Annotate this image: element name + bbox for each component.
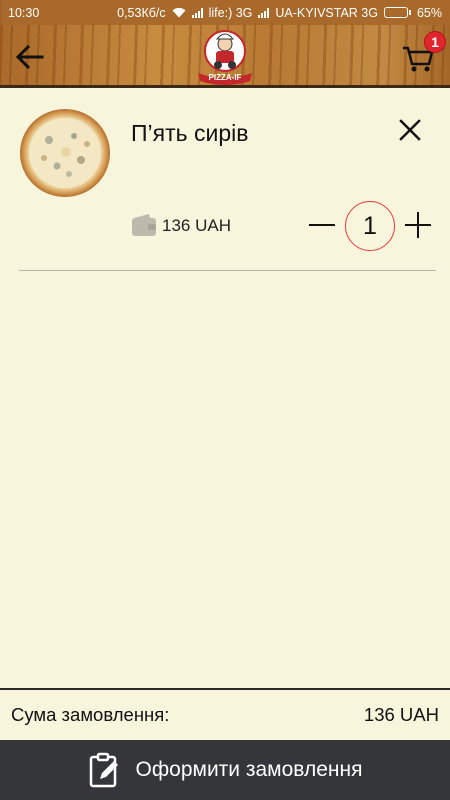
battery-icon [383,7,411,18]
summary-label: Сума замовлення: [11,704,170,725]
minus-icon [309,224,335,226]
app-bar: PIZZA-IF 1 [0,25,450,88]
wallet-icon [132,214,156,236]
battery-percent: 65% [416,5,442,20]
checkout-label: Оформити замовлення [135,758,363,781]
pizza-if-logo: PIZZA-IF [198,30,252,85]
close-icon [399,119,421,141]
cart-item: П’ять сирів 136 UAH 1 [0,91,450,271]
decrease-quantity-button[interactable] [306,209,338,241]
carrier-2: UA-KYIVSTAR 3G [275,5,378,20]
signal-icon [191,7,203,18]
carrier-1: life:) 3G [208,5,253,20]
cart-badge: 1 [424,31,446,53]
status-right: 0,53Кб/с life:) 3G UA-KYIVSTAR 3G 65% [117,6,442,20]
remove-item-button[interactable] [395,115,425,145]
increase-quantity-button[interactable] [402,209,434,241]
order-summary: Сума замовлення: 136 UAH [0,688,450,740]
quantity-value: 1 [345,201,395,251]
summary-total: 136 UAH [363,704,439,725]
plus-icon [405,212,431,238]
status-bar: 10:30 0,53Кб/с life:) 3G UA-KYIVSTAR 3G … [0,0,450,25]
clipboard-edit-icon [89,752,118,788]
back-button[interactable] [12,39,48,75]
wifi-icon [172,7,186,18]
item-name: П’ять сирів [131,120,249,146]
status-time: 10:30 [8,5,40,20]
checkout-button[interactable]: Оформити замовлення [0,740,450,800]
pizza-image [20,109,110,197]
signal-icon [258,7,270,18]
item-price: 136 UAH [162,216,231,235]
item-divider [19,270,436,271]
logo-text: PIZZA-IF [209,73,242,82]
arrow-left-icon [15,44,44,70]
network-speed: 0,53Кб/с [117,5,166,20]
